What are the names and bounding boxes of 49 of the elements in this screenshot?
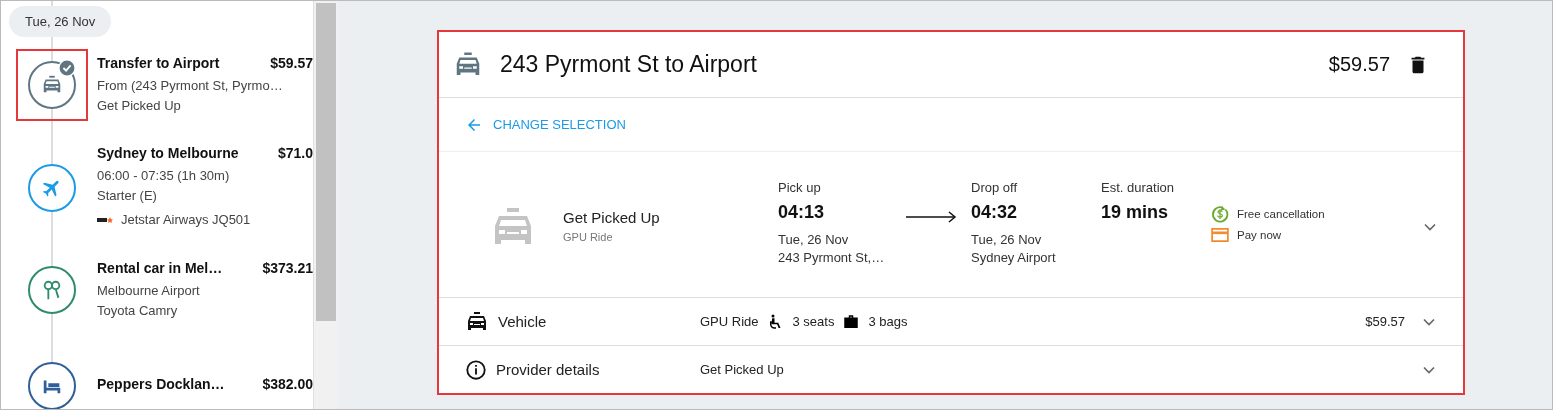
time-label: Drop off: [971, 180, 1018, 195]
item-title: Sydney to Melbourne: [97, 145, 239, 161]
date-text: Tue, 26 Nov: [971, 231, 1043, 249]
item-detail: Melbourne Airport: [97, 281, 201, 300]
place-text: 243 Pyrmont St,…: [778, 249, 886, 267]
seats-text: 3 seats: [792, 314, 835, 329]
itinerary-item[interactable]: Rental car in Mel… $373.21 Melbourne Airport Toyota Camry: [1, 242, 313, 338]
section-summary: Get Picked Up: [700, 362, 784, 377]
item-detail: 06:00 - 07:35 (1h 30m): [97, 167, 231, 185]
airline-name: Jetstar Airways JQ501: [121, 211, 251, 229]
item-detail: Starter (E): [97, 187, 158, 205]
keys-icon: [41, 279, 63, 301]
airline-logo-icon: [97, 216, 113, 224]
itinerary-item[interactable]: Peppers Docklan… $382.00: [1, 338, 313, 409]
option-name: Get Picked Up: [563, 209, 661, 226]
item-price: $71.0: [277, 145, 313, 161]
scrollbar-thumb[interactable]: [316, 3, 336, 321]
time-label: Pick up: [778, 180, 822, 195]
item-title: Transfer to Airport: [97, 54, 220, 71]
item-detail: Toyota Camry: [97, 301, 179, 320]
itinerary-item[interactable]: Sydney to Melbourne $71.0 06:00 - 07:35 (1h 30m) Starter (E) Jetstar Airways JQ501: [1, 133, 313, 242]
info-icon: [465, 358, 487, 381]
badge-label: Pay now: [1237, 229, 1282, 241]
arrow-icon: [906, 211, 958, 223]
item-title: Peppers Docklan…: [97, 375, 225, 392]
section-title: Vehicle: [498, 313, 547, 330]
date-text: Tue, 26 Nov: [778, 231, 850, 249]
item-price: $59.57: [270, 54, 313, 71]
item-price: $382.00: [262, 375, 313, 392]
place-text: Sydney Airport: [971, 249, 1057, 267]
item-title: Rental car in Mel…: [97, 259, 223, 276]
time-label: Est. duration: [1101, 180, 1175, 195]
section-price: $59.57: [1365, 314, 1405, 329]
time-value: 04:32: [971, 202, 1019, 223]
card-title: 243 Pyrmont St to Airport: [500, 51, 758, 78]
badge-label: Free cancellation: [1237, 208, 1325, 220]
total-price: $59.57: [1328, 53, 1390, 76]
time-value: 04:13: [778, 202, 826, 223]
briefcase-icon: [842, 312, 861, 331]
section-summary: GPU Ride: [700, 314, 759, 329]
item-price: $373.21: [262, 259, 313, 276]
item-detail: From (243 Pyrmont St, Pyrmo…: [97, 76, 284, 95]
bags-text: 3 bags: [868, 314, 908, 329]
option-subtitle: GPU Ride: [563, 231, 614, 243]
duration-value: 19 mins: [1101, 202, 1170, 223]
itinerary-item[interactable]: Transfer to Airport $59.57 From (243 Pyrmont St, Pyrmo… Get Picked Up: [1, 43, 313, 133]
date-chip: Tue, 26 Nov: [9, 6, 112, 37]
section-title: Provider details: [496, 361, 600, 378]
item-detail: Get Picked Up: [97, 96, 182, 115]
